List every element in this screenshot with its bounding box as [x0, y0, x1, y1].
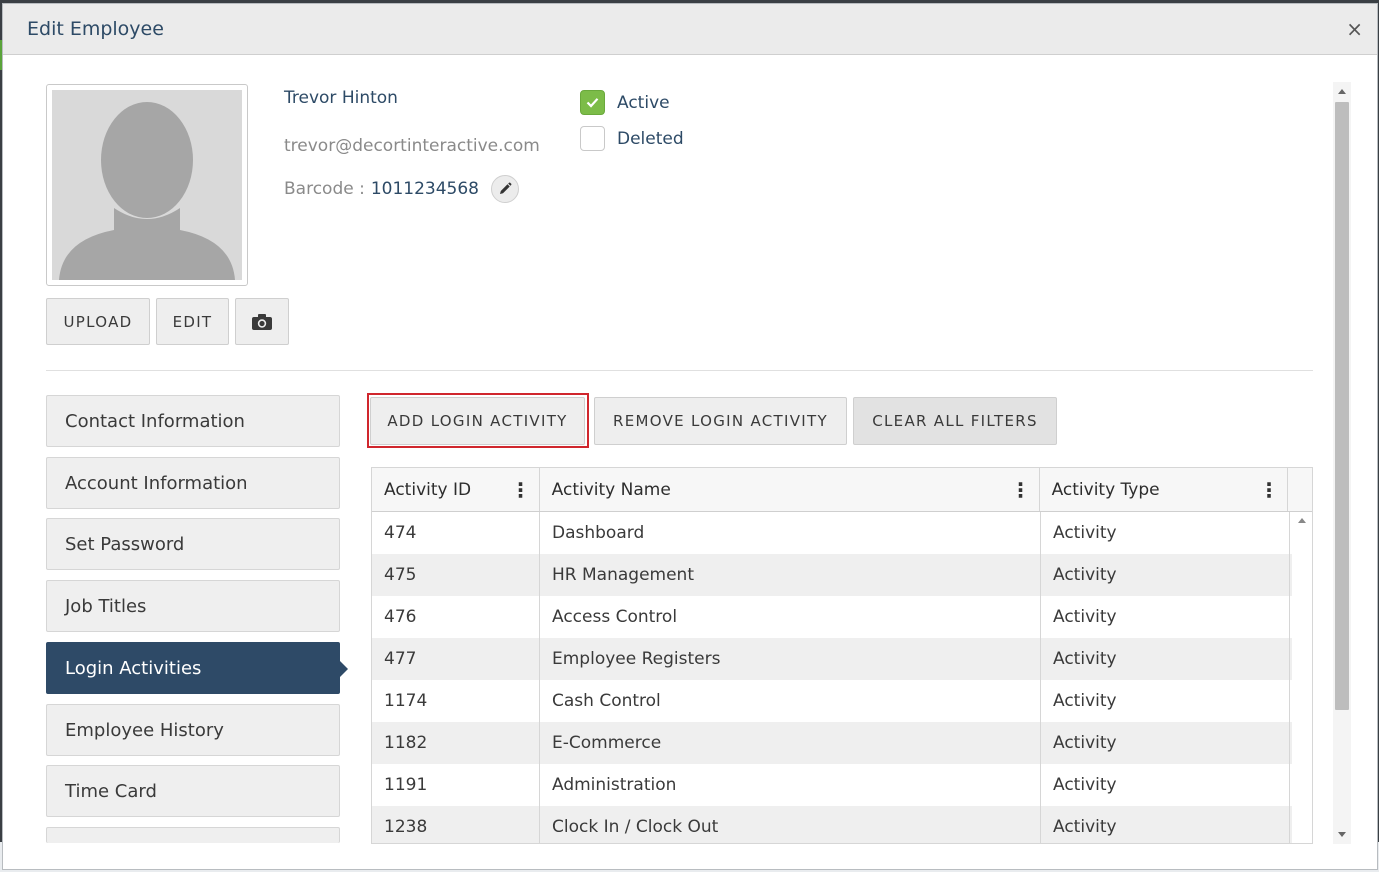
clear-all-filters-button[interactable]: CLEAR ALL FILTERS	[853, 397, 1057, 445]
cell-activity-id: 1238	[372, 806, 540, 843]
column-header-activity-name[interactable]: Activity Name ⋮	[540, 468, 1040, 511]
table-row[interactable]: 477 Employee Registers Activity	[372, 638, 1312, 680]
cell-activity-type: Activity	[1041, 806, 1290, 843]
cell-activity-type: Activity	[1041, 680, 1290, 722]
cell-activity-id: 474	[372, 512, 540, 554]
nav-job-titles[interactable]: Job Titles	[46, 580, 340, 632]
employee-email: trevor@decortinteractive.com	[284, 136, 540, 156]
cell-activity-type: Activity	[1041, 638, 1290, 680]
cell-activity-type: Activity	[1041, 512, 1290, 554]
check-icon	[586, 98, 599, 108]
barcode-value: 1011234568	[370, 179, 479, 199]
upload-button[interactable]: UPLOAD	[46, 298, 150, 345]
add-login-activity-button[interactable]: ADD LOGIN ACTIVITY	[370, 397, 585, 445]
grid-header: Activity ID ⋮ Activity Name ⋮ Activity T…	[372, 468, 1312, 512]
cell-activity-id: 476	[372, 596, 540, 638]
barcode-row: Barcode : 1011234568	[284, 175, 519, 203]
cell-activity-name: Dashboard	[540, 512, 1041, 554]
scrollbar-thumb[interactable]	[1335, 102, 1349, 710]
edit-photo-button[interactable]: EDIT	[156, 298, 229, 345]
table-row[interactable]: 1182 E-Commerce Activity	[372, 722, 1312, 764]
scroll-up-icon[interactable]	[1298, 518, 1306, 523]
cell-activity-id: 1182	[372, 722, 540, 764]
column-menu-icon[interactable]: ⋮	[1011, 478, 1031, 502]
active-checkbox[interactable]: Active	[580, 90, 670, 115]
cell-activity-type: Activity	[1041, 722, 1290, 764]
deleted-label: Deleted	[617, 128, 684, 149]
column-header-activity-id[interactable]: Activity ID ⋮	[372, 468, 540, 511]
grid-scrollbar[interactable]	[1292, 512, 1312, 843]
grid-body: 474 Dashboard Activity 475 HR Management…	[372, 512, 1312, 843]
deleted-checkbox[interactable]: Deleted	[580, 126, 684, 151]
cell-activity-name: Administration	[540, 764, 1041, 806]
login-activities-grid: Activity ID ⋮ Activity Name ⋮ Activity T…	[371, 467, 1313, 844]
column-header-label: Activity ID	[384, 479, 472, 500]
table-row[interactable]: 1191 Administration Activity	[372, 764, 1312, 806]
camera-button[interactable]	[235, 298, 289, 345]
column-menu-icon[interactable]: ⋮	[511, 478, 531, 502]
column-header-label: Activity Name	[551, 479, 671, 500]
cell-activity-id: 475	[372, 554, 540, 596]
column-header-label: Activity Type	[1051, 479, 1160, 500]
table-row[interactable]: 475 HR Management Activity	[372, 554, 1312, 596]
cell-activity-name: E-Commerce	[540, 722, 1041, 764]
camera-icon	[252, 313, 272, 330]
active-label: Active	[617, 92, 670, 113]
cell-activity-name: Employee Registers	[540, 638, 1041, 680]
employee-photo	[46, 84, 248, 286]
table-row[interactable]: 476 Access Control Activity	[372, 596, 1312, 638]
person-silhouette-icon	[52, 90, 242, 280]
modal-title: Edit Employee	[27, 18, 164, 40]
cell-activity-name: Cash Control	[540, 680, 1041, 722]
cell-activity-type: Activity	[1041, 554, 1290, 596]
cell-activity-name: Clock In / Clock Out	[540, 806, 1041, 843]
employee-name: Trevor Hinton	[284, 88, 398, 108]
nav-login-activities[interactable]: Login Activities	[46, 642, 348, 694]
cell-activity-name: Access Control	[540, 596, 1041, 638]
nav-contact-information[interactable]: Contact Information	[46, 395, 340, 447]
scroll-down-icon[interactable]	[1338, 832, 1346, 837]
column-header-activity-type[interactable]: Activity Type ⋮	[1040, 468, 1289, 511]
edit-employee-modal: Edit Employee × UPLOAD EDIT Trevor Hinto…	[2, 3, 1378, 870]
pencil-icon	[500, 182, 512, 194]
remove-login-activity-button[interactable]: REMOVE LOGIN ACTIVITY	[594, 397, 847, 445]
nav-account-information[interactable]: Account Information	[46, 457, 340, 509]
cell-activity-name: HR Management	[540, 554, 1041, 596]
header-filler	[1288, 468, 1312, 511]
cell-activity-type: Activity	[1041, 764, 1290, 806]
barcode-label: Barcode :	[284, 179, 365, 199]
cell-activity-id: 477	[372, 638, 540, 680]
nav-employee-history[interactable]: Employee History	[46, 704, 340, 756]
nav-item-partial[interactable]	[46, 827, 340, 843]
scroll-up-icon[interactable]	[1338, 89, 1346, 94]
nav-set-password[interactable]: Set Password	[46, 518, 340, 570]
table-row[interactable]: 1238 Clock In / Clock Out Activity	[372, 806, 1312, 843]
cell-activity-id: 1191	[372, 764, 540, 806]
table-row[interactable]: 1174 Cash Control Activity	[372, 680, 1312, 722]
active-check-box[interactable]	[580, 90, 605, 115]
close-icon[interactable]: ×	[1346, 19, 1363, 39]
edit-barcode-button[interactable]	[491, 175, 519, 203]
modal-scrollbar[interactable]	[1333, 82, 1351, 844]
deleted-check-box[interactable]	[580, 126, 605, 151]
nav-time-card[interactable]: Time Card	[46, 765, 340, 817]
modal-header: Edit Employee ×	[3, 4, 1377, 55]
table-row[interactable]: 474 Dashboard Activity	[372, 512, 1312, 554]
cell-activity-id: 1174	[372, 680, 540, 722]
cell-activity-type: Activity	[1041, 596, 1290, 638]
column-menu-icon[interactable]: ⋮	[1259, 478, 1279, 502]
avatar-placeholder	[52, 90, 242, 280]
section-divider	[46, 370, 1313, 371]
